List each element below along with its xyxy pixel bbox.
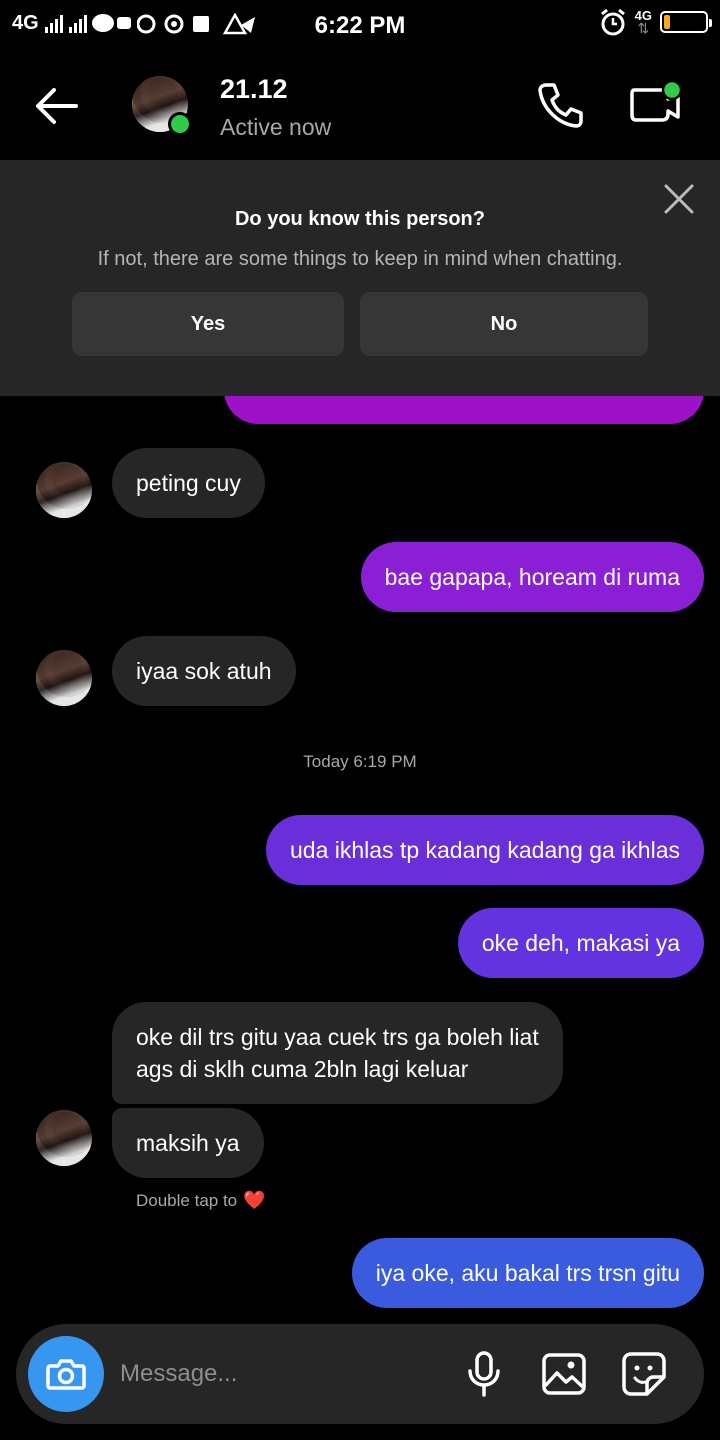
sender-avatar[interactable] <box>36 1110 92 1166</box>
safety-banner: Do you know this person? If not, there a… <box>0 160 720 396</box>
camera-icon <box>46 1359 86 1390</box>
sender-avatar[interactable] <box>36 462 92 518</box>
camera-button[interactable] <box>28 1336 104 1412</box>
reaction-hint-text: Double tap to <box>136 1190 238 1210</box>
online-indicator <box>168 112 192 136</box>
yes-button[interactable]: Yes <box>72 292 344 356</box>
message-input[interactable] <box>120 1354 450 1394</box>
alarm-icon <box>600 8 625 36</box>
message-text-line2: ags di sklh cuma 2bln lagi keluar <box>136 1056 469 1082</box>
message-bubble-outgoing[interactable]: uda ikhlas tp kadang kadang ga ikhlas <box>265 815 704 885</box>
message-bubble-incoming[interactable]: oke dil trs gitu yaa cuek trs ga boleh l… <box>112 1002 563 1104</box>
microphone-button[interactable] <box>460 1350 508 1398</box>
banner-title: Do you know this person? <box>234 208 485 230</box>
sticker-button[interactable] <box>620 1350 668 1398</box>
back-arrow-icon <box>36 88 78 124</box>
message-text: oke dil trs gitu yaa cuek trs ga boleh l… <box>136 1024 539 1050</box>
no-button[interactable]: No <box>360 292 648 356</box>
reaction-hint: Double tap to ❤️ <box>136 1190 266 1211</box>
video-call-button[interactable] <box>628 79 684 130</box>
message-bubble-incoming[interactable]: iyaa sok atuh <box>112 636 296 706</box>
message-timestamp: Today 6:19 PM <box>303 752 417 771</box>
phone-icon <box>538 83 583 128</box>
contact-status: Active now <box>220 114 332 140</box>
status-bar: 4G 6:22 PM 4G ⇅ <box>0 0 720 52</box>
sticker-icon <box>622 1352 666 1396</box>
gallery-button[interactable] <box>540 1350 588 1398</box>
message-bubble-outgoing[interactable]: oke deh, makasi ya <box>457 908 704 978</box>
message-bubble-incoming[interactable]: peting cuy <box>112 448 265 518</box>
message-composer <box>16 1324 704 1424</box>
message-bubble-outgoing[interactable]: iya oke, aku bakal trs trsn gitu <box>351 1238 704 1308</box>
chat-header: 21.12 Active now <box>0 52 720 160</box>
message-bubble-outgoing[interactable]: bae gapapa, hoream di ruma <box>360 542 704 612</box>
battery-level <box>664 15 670 29</box>
banner-subtitle: If not, there are some things to keep in… <box>97 248 623 270</box>
heart-icon: ❤️ <box>243 1190 266 1210</box>
data-arrows-icon: ⇅ <box>637 20 650 36</box>
message-text: oke deh, makasi ya <box>481 930 680 956</box>
message-text: bae gapapa, hoream di ruma <box>384 564 680 590</box>
message-text: iyaa sok atuh <box>136 658 272 684</box>
back-button[interactable] <box>30 84 82 128</box>
contact-name[interactable]: 21.12 <box>220 74 288 105</box>
microphone-icon <box>468 1351 500 1397</box>
battery-icon <box>660 11 712 33</box>
message-bubble-incoming[interactable]: maksih ya <box>112 1108 264 1178</box>
message-text: maksih ya <box>136 1130 240 1156</box>
message-text: iya oke, aku bakal trs trsn gitu <box>375 1260 680 1286</box>
audio-call-button[interactable] <box>536 80 586 130</box>
video-call-icon <box>630 79 683 122</box>
status-right: 4G ⇅ <box>599 8 712 36</box>
gallery-icon <box>542 1353 586 1395</box>
message-text: peting cuy <box>136 470 241 496</box>
sender-avatar[interactable] <box>36 650 92 706</box>
message-text: uda ikhlas tp kadang kadang ga ikhlas <box>289 837 680 863</box>
